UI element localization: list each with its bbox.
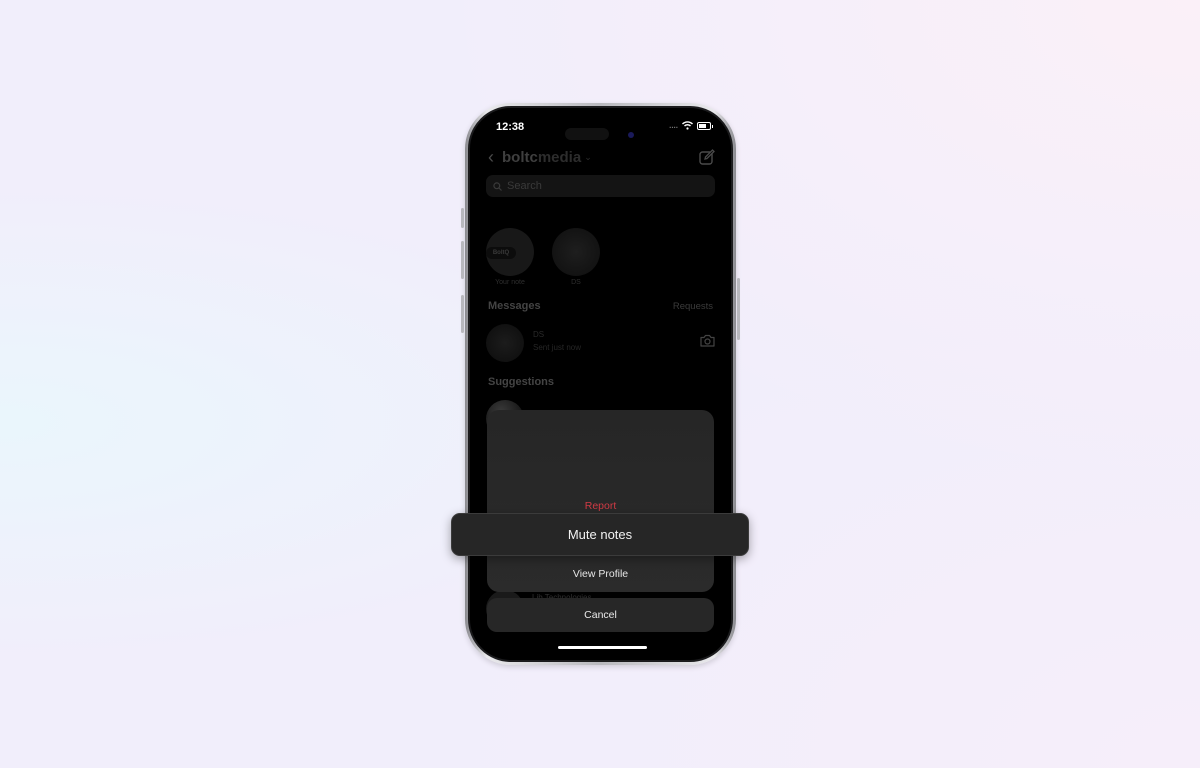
volume-down-button <box>461 295 464 333</box>
avatar: BoltQ <box>486 228 534 276</box>
suggestions-heading: Suggestions <box>488 376 713 388</box>
message-row[interactable]: DS Sent just now <box>486 324 715 362</box>
avatar <box>486 324 524 362</box>
action-sheet: Report View Profile <box>487 410 714 592</box>
power-button <box>737 278 740 340</box>
note-item-your-note[interactable]: BoltQ Your note <box>486 228 534 286</box>
view-profile-button[interactable]: View Profile <box>487 568 714 580</box>
phone-frame: 12:38 .... ‹ boltcmedia ⌄ Search BoltQ Y… <box>461 103 740 665</box>
suggestions-heading-text: Suggestions <box>488 376 555 388</box>
top-nav: ‹ boltcmedia ⌄ <box>488 146 715 168</box>
phone-screen: 12:38 .... ‹ boltcmedia ⌄ Search BoltQ Y… <box>468 106 733 662</box>
account-name-rest: media <box>537 148 582 166</box>
mute-notes-button[interactable]: Mute notes <box>451 513 749 556</box>
chevron-left-icon[interactable]: ‹ <box>488 147 494 168</box>
action-button <box>461 208 464 228</box>
account-switcher[interactable]: boltcmedia <box>502 149 581 166</box>
search-input[interactable]: Search <box>486 175 715 197</box>
note-item-ds[interactable]: DS <box>552 228 600 286</box>
note-label: DS <box>571 279 581 286</box>
search-placeholder: Search <box>507 180 542 192</box>
home-indicator <box>558 646 647 649</box>
message-sender: DS <box>533 330 545 339</box>
compose-icon[interactable] <box>699 149 715 165</box>
camera-icon[interactable] <box>700 334 715 347</box>
volume-up-button <box>461 241 464 279</box>
report-button[interactable]: Report <box>487 500 714 512</box>
note-label: Your note <box>495 279 525 286</box>
notes-row: BoltQ Your note DS <box>486 228 600 286</box>
search-icon <box>493 181 502 191</box>
messages-heading-text: Messages <box>488 300 541 312</box>
chevron-down-icon[interactable]: ⌄ <box>584 152 592 163</box>
avatar <box>552 228 600 276</box>
messages-heading: Messages Requests <box>488 300 713 312</box>
requests-link[interactable]: Requests <box>673 301 713 312</box>
dm-inbox: ‹ boltcmedia ⌄ Search BoltQ Your note DS… <box>470 108 731 660</box>
account-name-bold: boltc <box>502 148 538 166</box>
note-badge: BoltQ <box>486 247 516 259</box>
message-status: Sent just now <box>533 343 582 352</box>
cancel-button[interactable]: Cancel <box>487 598 714 632</box>
